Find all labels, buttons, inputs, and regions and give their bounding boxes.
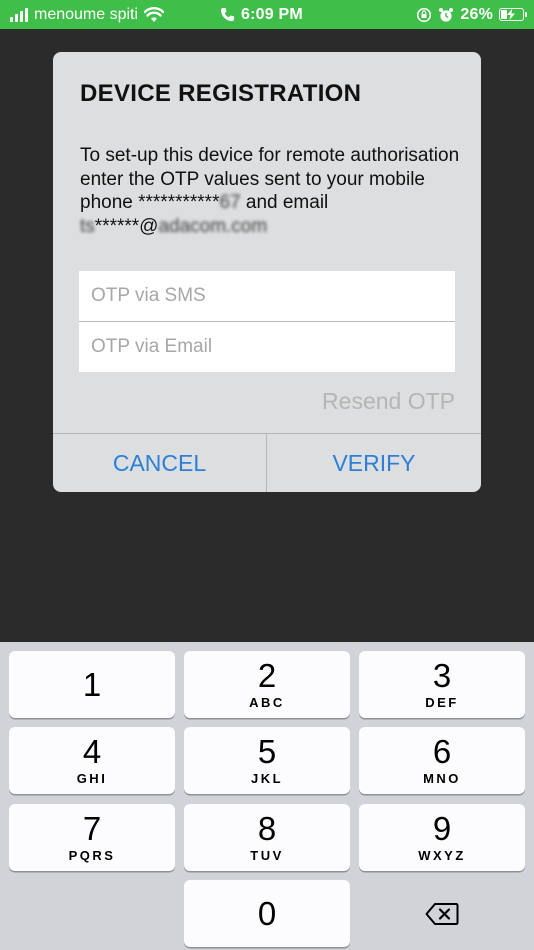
key-letters: WXYZ	[418, 848, 466, 863]
key-1[interactable]: 1	[9, 651, 175, 718]
resend-otp-link[interactable]: Resend OTP	[322, 388, 455, 415]
key-digit: 1	[82, 665, 102, 703]
numeric-keypad: 1 2 ABC 3 DEF 4 GHI 5 JKL 6 MNO 7 PQRS 8…	[0, 642, 534, 950]
status-left: menoume spiti	[10, 0, 165, 29]
key-digit: 8	[257, 810, 277, 847]
wifi-icon	[144, 6, 165, 22]
masked-phone: ***********	[138, 192, 220, 213]
battery-percentage: 26%	[460, 5, 493, 23]
key-letters: PQRS	[68, 848, 116, 863]
status-center: 6:09 PM	[220, 0, 303, 29]
key-9[interactable]: 9 WXYZ	[359, 804, 525, 871]
alarm-icon	[439, 7, 454, 22]
key-2[interactable]: 2 ABC	[184, 651, 350, 718]
key-8[interactable]: 8 TUV	[184, 804, 350, 871]
email-mask: ******@	[94, 215, 159, 237]
signal-icon	[10, 7, 28, 22]
key-letters: ABC	[249, 695, 285, 710]
otp-sms-input[interactable]	[79, 271, 455, 321]
key-digit: 9	[432, 810, 452, 847]
phone-call-icon	[220, 7, 235, 22]
key-letters: DEF	[425, 695, 459, 710]
battery-icon	[499, 8, 527, 21]
charging-bolt-icon	[507, 9, 515, 20]
carrier-name: menoume spiti	[34, 5, 139, 23]
key-0[interactable]: 0	[184, 880, 350, 947]
status-right: 26%	[416, 0, 527, 29]
key-4[interactable]: 4 GHI	[9, 727, 175, 794]
email-domain-redacted: adacom.com	[158, 215, 268, 237]
key-digit: 3	[432, 657, 452, 694]
key-letters: MNO	[423, 771, 461, 786]
delete-key[interactable]	[359, 880, 525, 947]
status-bar: menoume spiti 6:09 PM 26%	[0, 0, 534, 29]
verify-button[interactable]: VERIFY	[267, 434, 481, 492]
otp-email-input[interactable]	[79, 322, 455, 372]
key-6[interactable]: 6 MNO	[359, 727, 525, 794]
key-digit: 2	[257, 657, 277, 694]
key-digit: 4	[82, 733, 102, 770]
backspace-icon	[425, 902, 459, 925]
key-digit: 0	[257, 894, 277, 932]
key-3[interactable]: 3 DEF	[359, 651, 525, 718]
device-registration-dialog: DEVICE REGISTRATION To set-up this devic…	[53, 52, 481, 492]
phone-tail-redacted: 67	[219, 192, 241, 213]
key-digit: 6	[432, 733, 452, 770]
orientation-lock-icon	[417, 7, 432, 22]
key-digit: 7	[82, 810, 102, 847]
key-digit: 5	[257, 733, 277, 770]
key-letters: JKL	[250, 771, 284, 786]
status-time: 6:09 PM	[241, 5, 303, 23]
cancel-button[interactable]: CANCEL	[53, 434, 266, 492]
dialog-message: To set-up this device for remote authori…	[80, 144, 460, 238]
key-7[interactable]: 7 PQRS	[9, 804, 175, 871]
key-letters: GHI	[76, 771, 108, 786]
key-letters: TUV	[250, 848, 284, 863]
email-head-redacted: ts	[80, 215, 95, 237]
message-mid: and email	[240, 192, 329, 213]
key-5[interactable]: 5 JKL	[184, 727, 350, 794]
dialog-title: DEVICE REGISTRATION	[80, 80, 362, 107]
